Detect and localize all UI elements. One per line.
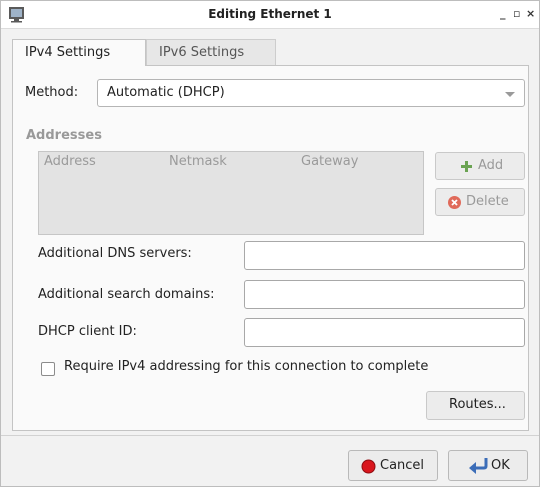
return-arrow-icon [469,458,488,474]
column-header-address: Address [44,154,96,169]
dhcp-client-id-input[interactable] [244,318,525,347]
maximize-icon[interactable]: ▫ [513,8,520,20]
tab-ipv4-settings[interactable]: IPv4 Settings [12,39,146,66]
title-bar[interactable]: Editing Ethernet 1 _ ▫ × [1,1,539,29]
add-label: Add [478,158,504,173]
cancel-circle-icon [361,459,376,474]
add-address-button[interactable]: Add [435,152,525,180]
routes-button[interactable]: Routes... [426,391,525,420]
method-selected-value: Automatic (DHCP) [107,85,225,100]
addresses-title: Addresses [26,128,102,143]
require-ipv4-checkbox[interactable] [41,362,55,376]
ok-label: OK [491,458,510,473]
delete-circle-icon [448,196,461,209]
window-title: Editing Ethernet 1 [208,7,332,21]
column-header-gateway: Gateway [301,154,359,169]
tab-ipv6-settings[interactable]: IPv6 Settings [146,39,276,66]
dns-servers-input[interactable] [244,241,525,270]
close-icon[interactable]: × [526,8,535,20]
dhcp-client-id-label: DHCP client ID: [38,324,137,339]
delete-label: Delete [466,194,509,209]
method-dropdown[interactable]: Automatic (DHCP) [97,79,525,107]
addresses-table[interactable]: Address Netmask Gateway [38,151,424,235]
routes-label: Routes... [449,397,506,412]
delete-address-button[interactable]: Delete [435,188,525,216]
require-ipv4-label[interactable]: Require IPv4 addressing for this connect… [64,359,428,374]
cancel-button[interactable]: Cancel [348,450,438,481]
plus-icon [461,161,472,172]
search-domains-label: Additional search domains: [38,287,215,302]
search-domains-input[interactable] [244,280,525,309]
dropdown-arrow-icon [505,92,515,97]
ipv4-settings-panel: Method: Automatic (DHCP) Addresses Addre… [12,65,529,431]
dns-servers-label: Additional DNS servers: [38,246,192,261]
minimize-icon[interactable]: _ [500,8,506,20]
method-label: Method: [25,85,79,100]
column-header-netmask: Netmask [169,154,227,169]
ok-button[interactable]: OK [448,450,528,481]
separator [1,435,539,436]
cancel-label: Cancel [380,458,425,473]
dialog-window: Editing Ethernet 1 _ ▫ × IPv4 Settings I… [0,0,540,487]
